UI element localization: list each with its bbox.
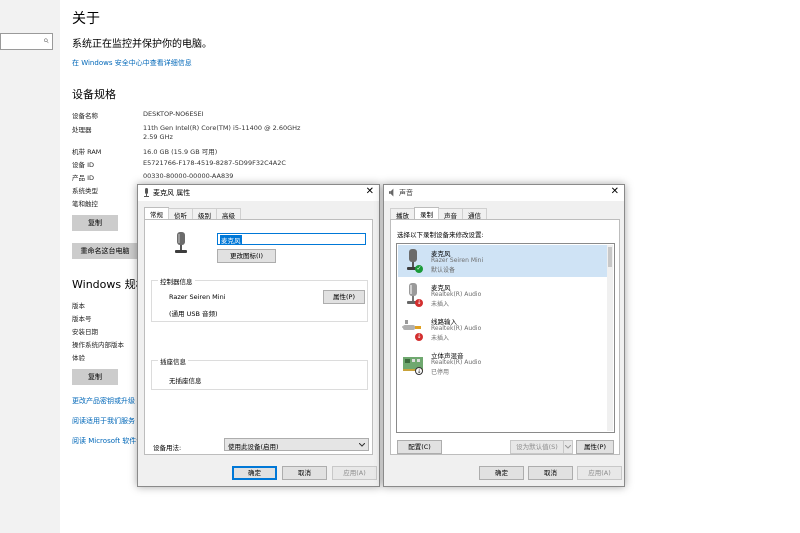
rename-pc-button[interactable]: 重命名这台电脑: [72, 243, 138, 259]
device-driver: Realtek(R) Audio: [431, 325, 482, 332]
mic-properties-dialog: 麦克风 属性 ✕ 常规 侦听 级别 高级 麦克风 更改图标(I) 控制器信息 R…: [137, 184, 380, 487]
controller-properties-button[interactable]: 属性(P): [323, 290, 365, 304]
sound-close-icon[interactable]: ✕: [611, 186, 619, 197]
ok-button[interactable]: 确定: [232, 466, 277, 480]
disabled-badge-icon: ↓: [415, 367, 423, 375]
device-item-realtek-mic[interactable]: ↓ 麦克风 Realtek(R) Audio 未插入: [398, 279, 611, 311]
services-agreement-link[interactable]: 阅读适用于我们服务: [72, 416, 135, 426]
scrollbar-thumb[interactable]: [608, 247, 612, 267]
jack-info-text: 无插座信息: [169, 377, 202, 385]
device-usage-select[interactable]: 使用此设备(启用): [224, 438, 369, 451]
device-driver: Realtek(R) Audio: [431, 359, 482, 366]
chevron-down-icon: [564, 444, 572, 449]
dialog-title: 麦克风 属性: [153, 189, 191, 197]
device-item-stereo-mix[interactable]: ↓ 立体声混音 Realtek(R) Audio 已停用: [398, 347, 611, 379]
protection-status: 系统正在监控并保护你的电脑。: [72, 39, 212, 50]
windows-specs-title: Windows 规格: [72, 278, 147, 291]
sound-dialog-title: 声音: [399, 189, 413, 197]
device-name-input[interactable]: 麦克风: [217, 233, 366, 245]
default-device-check-icon: ✓: [415, 265, 423, 273]
microphone-device-icon: [175, 232, 187, 253]
dialog-titlebar: 麦克风 属性 ✕: [138, 185, 379, 201]
apply-button[interactable]: 应用(A): [332, 466, 377, 480]
tab-advanced[interactable]: 高级: [216, 208, 241, 220]
set-default-button[interactable]: 设为默认值(S): [510, 440, 564, 454]
sound-dialog: 声音 ✕ 播放 录制 声音 通信 选择以下录制设备来修改设置: ✓ 麦克风 Ra…: [383, 184, 625, 487]
copy-specs-button[interactable]: 复制: [72, 215, 118, 231]
recording-panel: 选择以下录制设备来修改设置: ✓ 麦克风 Razer Seiren Mini 默…: [390, 219, 620, 455]
unplugged-badge-icon: ↓: [415, 333, 423, 341]
device-driver: Realtek(R) Audio: [431, 291, 482, 298]
copy-windows-specs-button[interactable]: 复制: [72, 369, 118, 385]
tab-listen[interactable]: 侦听: [168, 208, 193, 220]
search-icon[interactable]: ⌕: [43, 35, 49, 46]
change-icon-button[interactable]: 更改图标(I): [217, 249, 276, 263]
cancel-button[interactable]: 取消: [282, 466, 327, 480]
general-panel: 麦克风 更改图标(I) 控制器信息 Razer Seiren Mini (通用 …: [144, 219, 373, 455]
unplugged-badge-icon: ↓: [415, 299, 423, 307]
sound-ok-button[interactable]: 确定: [479, 466, 524, 480]
license-terms-link[interactable]: 阅读 Microsoft 软件许: [72, 436, 143, 446]
tab-recording[interactable]: 录制: [414, 207, 439, 219]
controller-info-group: 控制器信息 Razer Seiren Mini (通用 USB 音频) 属性(P…: [151, 276, 368, 322]
close-icon[interactable]: ✕: [366, 186, 374, 197]
win-row-os-build: 操作系统内部版本: [72, 341, 124, 349]
device-usage-value: 使用此设备(启用): [228, 443, 279, 451]
device-status: 未插入: [431, 335, 450, 342]
win-row-install-date: 安装日期: [72, 328, 98, 336]
configure-button[interactable]: 配置(C): [397, 440, 442, 454]
win-row-experience: 体验: [72, 354, 85, 362]
win-row-version: 版本号: [72, 315, 92, 323]
jack-info-legend: 插座信息: [158, 356, 188, 366]
device-status: 未插入: [431, 301, 450, 308]
sound-dialog-titlebar: 声音 ✕: [384, 185, 624, 201]
win-row-edition: 版本: [72, 302, 85, 310]
props-tabs: 常规 侦听 级别 高级: [144, 207, 241, 220]
tab-general[interactable]: 常规: [144, 207, 169, 219]
controller-type: (通用 USB 音频): [169, 310, 218, 318]
device-item-razer-mic[interactable]: ✓ 麦克风 Razer Seiren Mini 默认设备: [398, 245, 611, 277]
tab-playback[interactable]: 播放: [390, 208, 415, 220]
chevron-down-icon: [359, 443, 365, 447]
device-item-line-in[interactable]: ↓ 线路输入 Realtek(R) Audio 未插入: [398, 313, 611, 345]
device-usage-label: 设备用法:: [153, 444, 182, 452]
controller-info-legend: 控制器信息: [158, 276, 195, 286]
device-name-value: 麦克风: [220, 235, 242, 245]
tab-communications[interactable]: 通信: [462, 208, 487, 220]
sound-apply-button[interactable]: 应用(A): [577, 466, 622, 480]
device-status: 默认设备: [431, 267, 456, 274]
set-default-dropdown[interactable]: [563, 440, 573, 454]
page-title: 关于: [72, 11, 100, 27]
microphone-icon: [144, 188, 149, 197]
screen: ⌕ 关于 系统正在监控并保护你的电脑。 在 Windows 安全中心中查看详细信…: [0, 0, 800, 533]
search-input[interactable]: ⌕: [0, 33, 53, 50]
device-specs-title: 设备规格: [72, 88, 116, 101]
security-center-link[interactable]: 在 Windows 安全中心中查看详细信息: [72, 58, 192, 68]
device-status: 已停用: [431, 369, 450, 376]
speaker-icon: [389, 188, 394, 197]
tab-sounds[interactable]: 声音: [438, 208, 463, 220]
device-list-scrollbar[interactable]: [607, 245, 613, 431]
recording-instruction: 选择以下录制设备来修改设置:: [397, 231, 484, 239]
jack-info-group: 插座信息 无插座信息: [151, 356, 368, 390]
sound-cancel-button[interactable]: 取消: [528, 466, 573, 480]
recording-device-list: ✓ 麦克风 Razer Seiren Mini 默认设备 ↓ 麦克风 Realt…: [396, 243, 615, 433]
device-driver: Razer Seiren Mini: [431, 257, 484, 264]
tab-levels[interactable]: 级别: [192, 208, 217, 220]
settings-sidebar: ⌕: [0, 0, 60, 533]
set-default-label: 设为默认值(S): [516, 443, 558, 451]
device-properties-button[interactable]: 属性(P): [576, 440, 614, 454]
controller-name: Razer Seiren Mini: [169, 293, 226, 301]
sound-tabs: 播放 录制 声音 通信: [390, 207, 487, 220]
change-product-key-link[interactable]: 更改产品密钥或升级: [72, 396, 135, 406]
